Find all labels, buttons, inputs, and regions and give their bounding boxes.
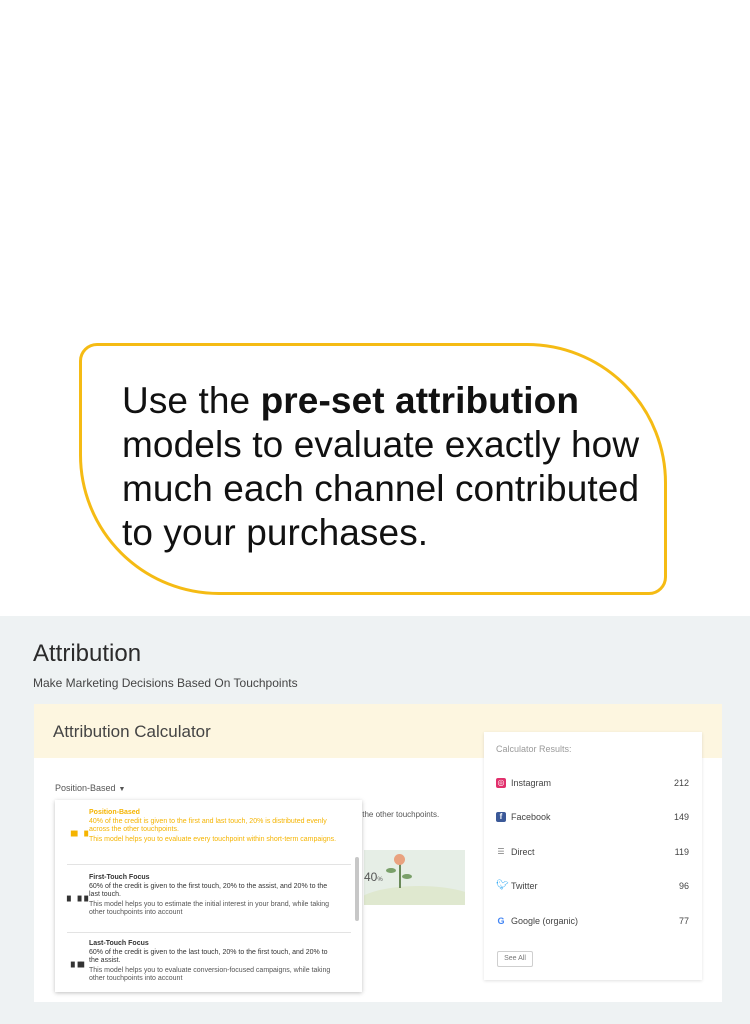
calculator-results-card: Calculator Results: ◎ Instagram 212 f Fa… bbox=[484, 732, 702, 980]
bar-chart-icon: ▖▗▗ bbox=[67, 891, 88, 902]
model-option-desc: This model helps you to evaluate every t… bbox=[89, 836, 337, 843]
model-option-desc: This model helps you to evaluate convers… bbox=[89, 967, 331, 982]
result-value: 77 bbox=[678, 916, 689, 926]
model-option-first-touch[interactable]: ▖▗▗ First-Touch Focus 60% of the credit … bbox=[67, 874, 351, 933]
callout-text: Use the pre-set attribution models to ev… bbox=[122, 379, 644, 555]
callout-text-end: models to evaluate exactly how much each… bbox=[122, 424, 640, 553]
bar-chart-icon: ▗▖▗ bbox=[67, 826, 88, 837]
model-option-desc: This model helps you to estimate the ini… bbox=[89, 901, 330, 916]
result-label: Twitter bbox=[511, 881, 538, 891]
result-row-twitter: 🐦︎ Twitter 96 bbox=[496, 881, 689, 895]
calculator-title: Attribution Calculator bbox=[53, 722, 211, 741]
result-row-google: G Google (organic) 77 bbox=[496, 916, 689, 930]
result-value: 96 bbox=[678, 881, 689, 891]
result-value: 149 bbox=[673, 812, 689, 822]
direct-icon: ☰ bbox=[497, 847, 505, 856]
instagram-icon: ◎ bbox=[496, 778, 506, 788]
see-all-button[interactable]: See All bbox=[497, 951, 533, 967]
result-label: Facebook bbox=[511, 812, 551, 822]
bar-chart-icon: ▗▗▖ bbox=[67, 957, 88, 968]
model-option-body: Position-Based 40% of the credit is give… bbox=[89, 809, 337, 844]
result-row-direct: ☰ Direct 119 bbox=[496, 847, 689, 861]
model-option-credit: 40% of the credit is given to the first … bbox=[89, 818, 327, 833]
leaf-icon bbox=[402, 874, 412, 879]
google-icon: G bbox=[497, 916, 505, 926]
leaf-icon bbox=[386, 868, 396, 873]
model-option-name: Position-Based bbox=[89, 809, 140, 816]
model-option-name: First-Touch Focus bbox=[89, 874, 150, 881]
illustration-percent-value: 40 bbox=[364, 870, 378, 884]
callout-text-bold: pre-set attribution bbox=[260, 380, 580, 421]
model-select-dropdown[interactable]: Position-Based ▼ bbox=[55, 783, 125, 793]
model-option-credit: 60% of the credit is given to the first … bbox=[89, 883, 328, 898]
callout-text-start: Use the bbox=[122, 380, 261, 421]
model-option-last-touch[interactable]: ▗▗▖ Last-Touch Focus 60% of the credit i… bbox=[67, 940, 351, 992]
model-select-value: Position-Based bbox=[55, 783, 116, 793]
illustration-percent-unit: % bbox=[377, 877, 383, 883]
result-value: 212 bbox=[673, 778, 689, 788]
twitter-icon: 🐦︎ bbox=[496, 880, 509, 891]
result-value: 119 bbox=[674, 847, 689, 857]
result-row-facebook: f Facebook 149 bbox=[496, 812, 689, 826]
illustration-percent: 40% bbox=[364, 870, 383, 884]
hill-shape bbox=[364, 886, 465, 905]
page-title: Attribution bbox=[33, 640, 142, 667]
flower-icon bbox=[394, 854, 405, 865]
result-label: Instagram bbox=[511, 778, 552, 788]
result-label: Google (organic) bbox=[511, 916, 579, 926]
model-option-body: Last-Touch Focus 60% of the credit is gi… bbox=[89, 940, 337, 983]
model-hint-text: s the other touchpoints. bbox=[356, 810, 440, 819]
model-options-menu: ▗▖▗ Position-Based 40% of the credit is … bbox=[55, 800, 362, 992]
dropdown-scrollbar[interactable] bbox=[355, 857, 359, 921]
plant-stem bbox=[399, 862, 401, 888]
model-option-name: Last-Touch Focus bbox=[89, 940, 149, 947]
model-option-body: First-Touch Focus 60% of the credit is g… bbox=[89, 874, 337, 917]
facebook-icon: f bbox=[496, 812, 506, 822]
model-option-credit: 60% of the credit is given to the last t… bbox=[89, 949, 328, 964]
result-row-instagram: ◎ Instagram 212 bbox=[496, 778, 689, 792]
result-label: Direct bbox=[511, 847, 535, 857]
results-title: Calculator Results: bbox=[496, 744, 572, 754]
model-option-position-based[interactable]: ▗▖▗ Position-Based 40% of the credit is … bbox=[67, 809, 351, 865]
page-subtitle: Make Marketing Decisions Based On Touchp… bbox=[33, 676, 298, 690]
callout-box: Use the pre-set attribution models to ev… bbox=[79, 343, 667, 595]
chevron-down-icon: ▼ bbox=[118, 786, 126, 793]
plant-illustration: 40% bbox=[364, 850, 465, 905]
